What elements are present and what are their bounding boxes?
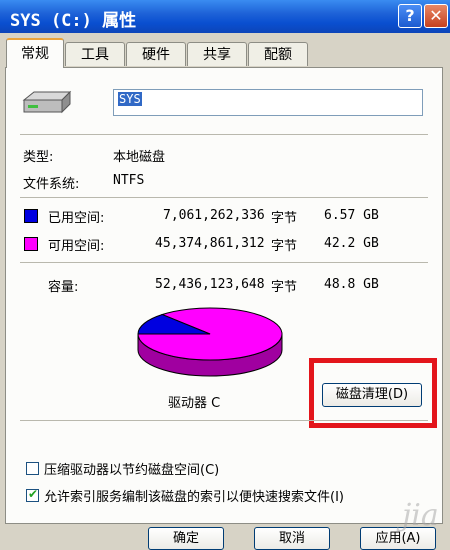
checkmark-icon: ✔ bbox=[28, 487, 39, 501]
index-label: 允许索引服务编制该磁盘的索引以便快速搜索文件(I) bbox=[44, 490, 344, 505]
filesystem-value: NTFS bbox=[113, 173, 145, 188]
compress-checkbox[interactable] bbox=[26, 462, 39, 475]
used-space-size: 6.57 GB bbox=[324, 208, 379, 223]
used-space-swatch bbox=[24, 209, 38, 223]
general-panel bbox=[5, 67, 443, 524]
tab-general[interactable]: 常规 bbox=[6, 38, 64, 68]
free-space-bytes: 45,374,861,312 bbox=[155, 236, 265, 251]
free-space-label: 可用空间: bbox=[48, 239, 105, 254]
close-button[interactable]: ✕ bbox=[424, 4, 448, 28]
window-title: SYS (C:) 属性 bbox=[10, 11, 137, 31]
free-space-size: 42.2 GB bbox=[324, 236, 379, 251]
drive-name-value: SYS bbox=[118, 92, 142, 106]
separator bbox=[20, 262, 428, 263]
separator bbox=[20, 420, 428, 421]
free-space-swatch bbox=[24, 237, 38, 251]
separator bbox=[20, 134, 428, 135]
separator bbox=[20, 197, 428, 198]
used-space-bytes: 7,061,262,336 bbox=[163, 208, 265, 223]
hard-drive-icon bbox=[22, 90, 72, 114]
capacity-unit: 字节 bbox=[271, 280, 298, 295]
compress-label: 压缩驱动器以节约磁盘空间(C) bbox=[44, 463, 220, 478]
capacity-bytes: 52,436,123,648 bbox=[155, 277, 265, 292]
disk-usage-pie bbox=[137, 307, 283, 377]
type-value: 本地磁盘 bbox=[113, 150, 166, 165]
title-bar: SYS (C:) 属性 ? ✕ bbox=[0, 0, 450, 33]
capacity-size: 48.8 GB bbox=[324, 277, 379, 292]
ok-button[interactable]: 确定 bbox=[148, 527, 224, 550]
drive-label: 驱动器 C bbox=[168, 396, 221, 411]
drive-name-input[interactable]: SYS bbox=[113, 89, 423, 116]
tab-tools[interactable]: 工具 bbox=[65, 42, 125, 66]
capacity-label: 容量: bbox=[48, 280, 79, 295]
watermark: jia bbox=[402, 498, 439, 533]
disk-cleanup-button[interactable]: 磁盘清理(D) bbox=[322, 383, 422, 407]
tab-hardware[interactable]: 硬件 bbox=[126, 42, 186, 66]
used-space-label: 已用空间: bbox=[48, 211, 105, 226]
tab-quota[interactable]: 配额 bbox=[248, 42, 308, 66]
free-space-unit: 字节 bbox=[271, 239, 298, 254]
tab-sharing[interactable]: 共享 bbox=[187, 42, 247, 66]
index-checkbox[interactable]: ✔ bbox=[26, 487, 39, 502]
used-space-unit: 字节 bbox=[271, 211, 298, 226]
cancel-button[interactable]: 取消 bbox=[254, 527, 330, 550]
type-label: 类型: bbox=[23, 150, 54, 165]
filesystem-label: 文件系统: bbox=[23, 177, 80, 192]
help-button[interactable]: ? bbox=[398, 4, 422, 28]
